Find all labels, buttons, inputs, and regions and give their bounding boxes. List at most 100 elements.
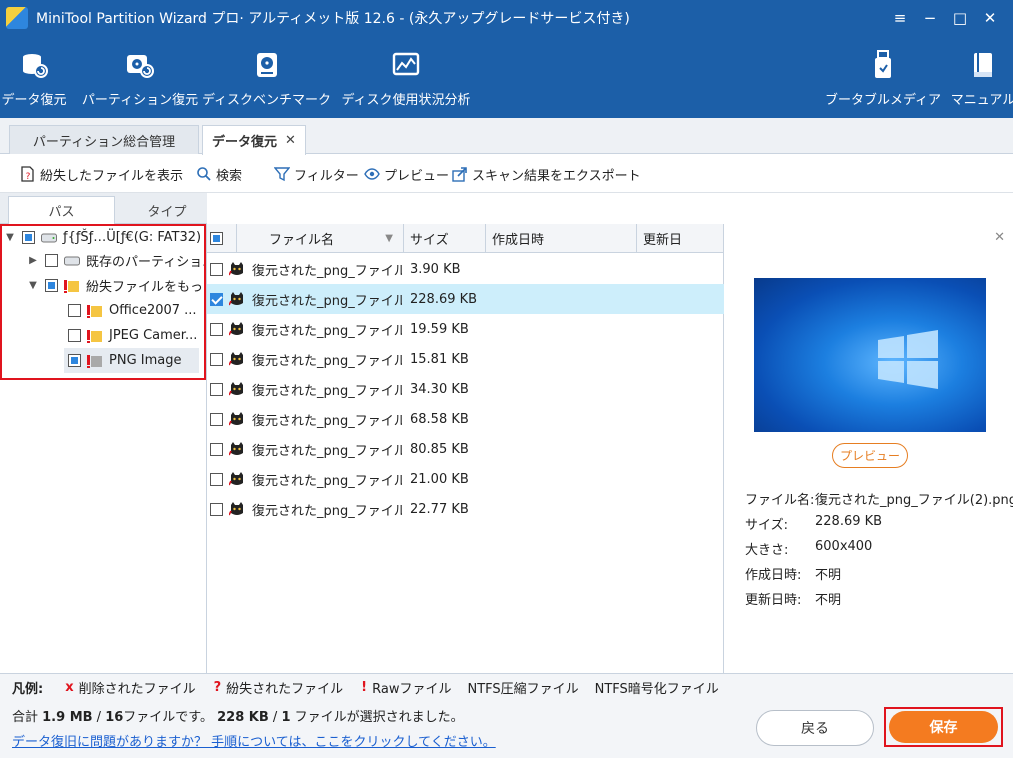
tab-partition-management[interactable]: パーティション総合管理 xyxy=(9,125,199,154)
table-row[interactable]: 復元された_png_ファイル(... 228.69 KB xyxy=(207,284,724,314)
row-checkbox[interactable] xyxy=(210,502,223,516)
table-row[interactable]: 復元された_png_ファイル(... 68.58 KB xyxy=(207,404,724,434)
column-header-name[interactable]: ファイル名 ▼ xyxy=(237,224,404,253)
column-label: 作成日時 xyxy=(492,233,545,248)
file-list-header: ファイル名 ▼ サイズ 作成日時 更新日 xyxy=(207,224,724,253)
file-name-cell: 復元された_png_ファイル(... xyxy=(252,503,402,519)
info-value: 600x400 xyxy=(815,539,873,554)
file-size-cell: 68.58 KB xyxy=(410,411,469,427)
column-header-modified[interactable]: 更新日 xyxy=(637,224,724,253)
file-name-cell: 復元された_png_ファイル(... xyxy=(252,293,402,309)
filter-icon xyxy=(274,166,290,182)
bootable-media-icon xyxy=(867,50,899,80)
column-label: ファイル名 xyxy=(269,233,335,248)
filter-button[interactable]: フィルター xyxy=(274,155,359,193)
minimize-button[interactable]: − xyxy=(915,3,945,33)
action-label: フィルター xyxy=(294,168,359,184)
window-title: MiniTool Partition Wizard プロ· アルティメット版 1… xyxy=(36,11,630,27)
table-row[interactable]: 復元された_png_ファイル(... 34.30 KB xyxy=(207,374,724,404)
toolbar-disk-benchmark[interactable]: ディスクベンチマーク xyxy=(202,36,331,118)
table-row[interactable]: 復元された_png_ファイル(... 22.77 KB xyxy=(207,494,724,524)
row-checkbox[interactable] xyxy=(210,442,223,456)
info-value: 不明 xyxy=(815,593,842,608)
info-value: 228.69 KB xyxy=(815,514,883,529)
file-name-cell: 復元された_png_ファイル(... xyxy=(252,263,402,279)
toolbar-data-recovery[interactable]: データ復元 xyxy=(1,36,67,118)
preview-button[interactable]: プレビュー xyxy=(364,155,449,193)
toolbar-label: ディスク使用状況分析 xyxy=(341,93,471,108)
summary-text: ファイルです。 xyxy=(123,710,218,725)
legend-lost: 紛失されたファイル xyxy=(226,682,344,697)
app-logo-icon xyxy=(6,7,28,29)
close-window-button[interactable]: ✕ xyxy=(975,3,1005,33)
raw-mark-icon: ! xyxy=(361,680,368,695)
preview-panel: ✕ プレビュー ファイル名: 復元された_png_ファイル(2).png サイズ:… xyxy=(724,224,1013,673)
png-file-icon xyxy=(229,501,245,517)
info-label: ファイル名: xyxy=(745,493,815,508)
toolbar-label: データ復元 xyxy=(1,93,67,108)
sort-arrow-icon[interactable]: ▼ xyxy=(385,233,393,244)
row-checkbox[interactable] xyxy=(210,292,223,306)
info-label: サイズ: xyxy=(745,518,788,533)
row-checkbox[interactable] xyxy=(210,322,223,336)
file-size-cell: 3.90 KB xyxy=(410,261,461,277)
toolbar-label: ブータブルメディア xyxy=(824,93,942,108)
file-name-cell: 復元された_png_ファイル(... xyxy=(252,473,402,489)
show-lost-files-button[interactable]: ? 紛失したファイルを表示 xyxy=(20,155,183,193)
export-scan-result-button[interactable]: スキャン結果をエクスポート xyxy=(452,155,641,193)
toolbar-manual[interactable]: マニュアル xyxy=(951,36,1013,118)
column-header-created[interactable]: 作成日時 xyxy=(486,224,637,253)
row-checkbox[interactable] xyxy=(210,382,223,396)
select-all-checkbox[interactable] xyxy=(210,232,223,245)
legend-ntfs-compressed: NTFS圧縮ファイル xyxy=(467,682,579,697)
space-analyzer-icon xyxy=(390,50,422,80)
table-row[interactable]: 復元された_png_ファイル(... 15.81 KB xyxy=(207,344,724,374)
toolbar-space-analyzer[interactable]: ディスク使用状況分析 xyxy=(341,36,471,118)
close-tab-icon[interactable]: ✕ xyxy=(285,133,296,148)
tab-path[interactable]: パス xyxy=(8,196,115,224)
action-label: 紛失したファイルを表示 xyxy=(40,168,184,184)
search-button[interactable]: 検索 xyxy=(196,155,242,193)
action-label: プレビュー xyxy=(384,168,450,184)
file-size-cell: 34.30 KB xyxy=(410,381,469,397)
table-row[interactable]: 復元された_png_ファイル(... 19.59 KB xyxy=(207,314,724,344)
table-row[interactable]: 復元された_png_ファイル(... 3.90 KB xyxy=(207,254,724,284)
tab-type[interactable]: タイプ xyxy=(115,196,219,224)
tab-label: タイプ xyxy=(147,204,187,220)
table-row[interactable]: 復元された_png_ファイル(... 21.00 KB xyxy=(207,464,724,494)
file-name-cell: 復元された_png_ファイル(... xyxy=(252,383,402,399)
windows-logo-image xyxy=(878,330,938,389)
row-checkbox[interactable] xyxy=(210,412,223,426)
maximize-button[interactable]: □ xyxy=(945,3,975,33)
tree-highlight-box xyxy=(0,224,206,380)
toolbar-bootable-media[interactable]: ブータブルメディア xyxy=(825,36,941,118)
toolbar-label: パーティション復元 xyxy=(81,93,199,108)
info-size: サイズ: 228.69 KB xyxy=(745,514,882,533)
action-bar: ? 紛失したファイルを表示 検索 フィルター プレビュー スキャン結果をエクスポ… xyxy=(0,155,1013,193)
column-header-size[interactable]: サイズ xyxy=(404,224,486,253)
summary-selected-files: 1 xyxy=(281,710,291,725)
row-checkbox[interactable] xyxy=(210,472,223,486)
close-preview-icon[interactable]: ✕ xyxy=(994,230,1005,245)
export-icon xyxy=(452,166,468,182)
toolbar-partition-recovery[interactable]: パーティション復元 xyxy=(82,36,198,118)
eye-icon xyxy=(364,168,380,180)
help-link[interactable]: データ復旧に問題がありますか？ 手順については、ここをクリックしてください。 xyxy=(12,731,496,750)
file-size-cell: 80.85 KB xyxy=(410,441,469,457)
preview-file-button[interactable]: プレビュー xyxy=(832,443,908,468)
png-file-icon xyxy=(229,351,245,367)
info-dimensions: 大きさ: 600x400 xyxy=(745,539,872,558)
save-button[interactable]: 保存 xyxy=(889,711,998,743)
file-size-cell: 22.77 KB xyxy=(410,501,469,517)
bottom-bar: 合計 1.9 MB / 16ファイルです。 228 KB / 1 ファイルが選択… xyxy=(0,701,1013,758)
manual-icon xyxy=(967,50,999,80)
tab-data-recovery[interactable]: データ復元 ✕ xyxy=(202,125,306,155)
toolbar-label: ディスクベンチマーク xyxy=(201,93,332,108)
back-button[interactable]: 戻る xyxy=(756,710,874,746)
partition-recovery-icon xyxy=(124,50,156,80)
select-all-checkbox-cell[interactable] xyxy=(207,224,237,253)
row-checkbox[interactable] xyxy=(210,262,223,276)
table-row[interactable]: 復元された_png_ファイル(... 80.85 KB xyxy=(207,434,724,464)
menu-icon[interactable]: ≡ xyxy=(885,3,915,33)
row-checkbox[interactable] xyxy=(210,352,223,366)
